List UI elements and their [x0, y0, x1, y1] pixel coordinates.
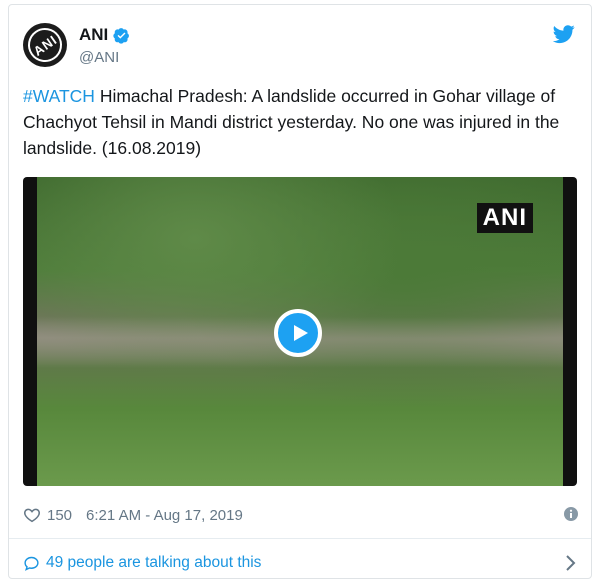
- tweet-meta: 150 6:21 AM - Aug 17, 2019: [23, 503, 579, 527]
- avatar[interactable]: ANI: [23, 23, 67, 67]
- tweet-card: ANI ANI @ANI #WATCH Himachal Pradesh: A …: [8, 4, 592, 579]
- author-display-name[interactable]: ANI: [79, 25, 108, 45]
- ani-logo: ANI: [23, 23, 67, 67]
- twitter-bird-icon[interactable]: [553, 23, 575, 45]
- play-button[interactable]: [274, 309, 322, 357]
- author-handle[interactable]: @ANI: [79, 49, 119, 66]
- avatar-text: ANI: [30, 31, 60, 59]
- like-count[interactable]: 150: [47, 507, 72, 524]
- play-icon: [293, 325, 308, 341]
- chevron-right-icon[interactable]: [563, 554, 577, 572]
- conversation-label[interactable]: 49 people are talking about this: [46, 554, 261, 572]
- speech-bubble-icon: [24, 556, 39, 571]
- hashtag-link[interactable]: #WATCH: [23, 86, 95, 106]
- tweet-body: Himachal Pradesh: A landslide occurred i…: [23, 86, 560, 158]
- tweet-timestamp[interactable]: 6:21 AM - Aug 17, 2019: [86, 507, 243, 524]
- heart-icon[interactable]: [23, 506, 41, 524]
- conversation-link[interactable]: 49 people are talking about this: [23, 551, 579, 575]
- verified-icon: [113, 27, 130, 44]
- divider: [9, 538, 591, 539]
- video-player[interactable]: ANI: [23, 177, 577, 486]
- author-name-row: ANI: [79, 25, 130, 45]
- tweet-text: #WATCH Himachal Pradesh: A landslide occ…: [23, 83, 583, 161]
- info-icon[interactable]: [563, 506, 579, 522]
- video-watermark: ANI: [476, 203, 533, 233]
